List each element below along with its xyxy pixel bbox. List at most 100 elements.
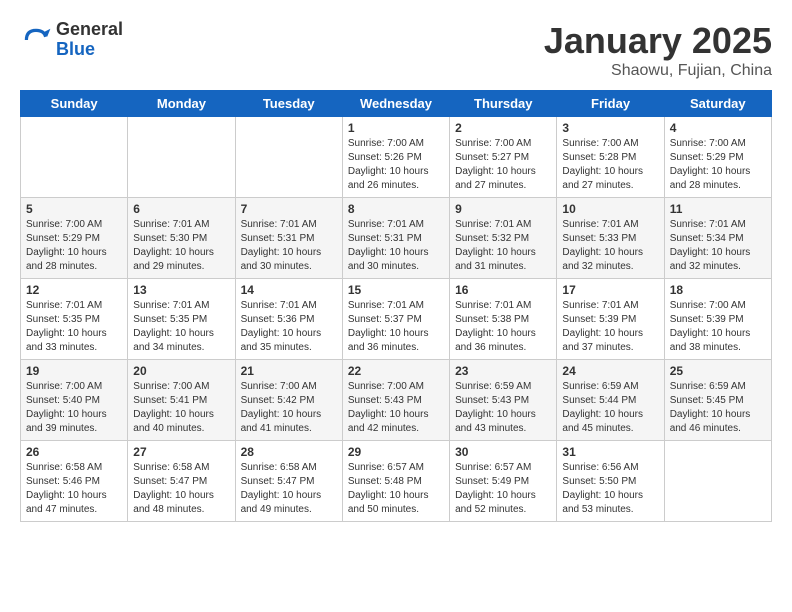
day-info: Sunrise: 6:56 AMSunset: 5:50 PMDaylight:… — [562, 461, 658, 517]
calendar-title: January 2025 — [544, 20, 772, 62]
header-thursday: Thursday — [450, 91, 557, 117]
day-info: Sunrise: 7:01 AMSunset: 5:37 PMDaylight:… — [348, 299, 444, 355]
calendar-cell: 6 Sunrise: 7:01 AMSunset: 5:30 PMDaylight… — [128, 198, 235, 279]
calendar-cell — [21, 117, 128, 198]
day-number: 7 — [241, 202, 337, 216]
day-info: Sunrise: 7:01 AMSunset: 5:34 PMDaylight:… — [670, 218, 766, 274]
day-info: Sunrise: 7:00 AMSunset: 5:28 PMDaylight:… — [562, 137, 658, 193]
day-info: Sunrise: 6:57 AMSunset: 5:49 PMDaylight:… — [455, 461, 551, 517]
logo-icon — [20, 24, 52, 56]
calendar-cell: 18Sunrise: 7:00 AMSunset: 5:39 PMDayligh… — [664, 279, 771, 360]
calendar-cell: 13 Sunrise: 7:01 AMSunset: 5:35 PMDayligh… — [128, 279, 235, 360]
calendar-cell: 20 Sunrise: 7:00 AMSunset: 5:41 PMDayligh… — [128, 360, 235, 441]
day-number: 13 — [133, 283, 229, 297]
calendar-cell: 5 Sunrise: 7:00 AMSunset: 5:29 PMDaylight… — [21, 198, 128, 279]
day-number: 10 — [562, 202, 658, 216]
day-number: 27 — [133, 445, 229, 459]
logo-general: General — [56, 20, 123, 40]
day-number: 23 — [455, 364, 551, 378]
calendar-cell: 19Sunrise: 7:00 AMSunset: 5:40 PMDayligh… — [21, 360, 128, 441]
day-info: Sunrise: 6:59 AMSunset: 5:43 PMDaylight:… — [455, 380, 551, 436]
calendar-cell: 11 Sunrise: 7:01 AMSunset: 5:34 PMDayligh… — [664, 198, 771, 279]
day-info: Sunrise: 7:00 AMSunset: 5:29 PMDaylight:… — [670, 137, 766, 193]
calendar-cell: 7Sunrise: 7:01 AMSunset: 5:31 PMDaylight… — [235, 198, 342, 279]
week-row-2: 5 Sunrise: 7:00 AMSunset: 5:29 PMDaylight… — [21, 198, 772, 279]
day-number: 12 — [26, 283, 122, 297]
calendar-cell: 29Sunrise: 6:57 AMSunset: 5:48 PMDayligh… — [342, 441, 449, 522]
day-number: 26 — [26, 445, 122, 459]
header-friday: Friday — [557, 91, 664, 117]
calendar-cell: 24 Sunrise: 6:59 AMSunset: 5:44 PMDayligh… — [557, 360, 664, 441]
day-number: 4 — [670, 121, 766, 135]
header-wednesday: Wednesday — [342, 91, 449, 117]
day-info: Sunrise: 7:00 AMSunset: 5:39 PMDaylight:… — [670, 299, 766, 355]
day-info: Sunrise: 7:01 AMSunset: 5:35 PMDaylight:… — [133, 299, 229, 355]
header-monday: Monday — [128, 91, 235, 117]
day-number: 20 — [133, 364, 229, 378]
day-info: Sunrise: 7:01 AMSunset: 5:33 PMDaylight:… — [562, 218, 658, 274]
day-number: 22 — [348, 364, 444, 378]
day-number: 28 — [241, 445, 337, 459]
day-number: 5 — [26, 202, 122, 216]
day-number: 30 — [455, 445, 551, 459]
calendar-cell: 27 Sunrise: 6:58 AMSunset: 5:47 PMDayligh… — [128, 441, 235, 522]
calendar-cell: 4 Sunrise: 7:00 AMSunset: 5:29 PMDaylight… — [664, 117, 771, 198]
calendar-cell: 23 Sunrise: 6:59 AMSunset: 5:43 PMDayligh… — [450, 360, 557, 441]
day-info: Sunrise: 7:01 AMSunset: 5:35 PMDaylight:… — [26, 299, 122, 355]
day-info: Sunrise: 6:58 AMSunset: 5:46 PMDaylight:… — [26, 461, 122, 517]
calendar-cell: 14 Sunrise: 7:01 AMSunset: 5:36 PMDayligh… — [235, 279, 342, 360]
day-number: 17 — [562, 283, 658, 297]
day-number: 25 — [670, 364, 766, 378]
day-number: 8 — [348, 202, 444, 216]
calendar-cell: 30 Sunrise: 6:57 AMSunset: 5:49 PMDayligh… — [450, 441, 557, 522]
week-row-3: 12 Sunrise: 7:01 AMSunset: 5:35 PMDayligh… — [21, 279, 772, 360]
day-number: 24 — [562, 364, 658, 378]
calendar-cell — [128, 117, 235, 198]
week-row-4: 19Sunrise: 7:00 AMSunset: 5:40 PMDayligh… — [21, 360, 772, 441]
day-number: 1 — [348, 121, 444, 135]
day-number: 31 — [562, 445, 658, 459]
logo: General Blue — [20, 20, 123, 60]
calendar-cell: 28Sunrise: 6:58 AMSunset: 5:47 PMDayligh… — [235, 441, 342, 522]
title-block: January 2025 Shaowu, Fujian, China — [544, 20, 772, 80]
day-info: Sunrise: 7:00 AMSunset: 5:26 PMDaylight:… — [348, 137, 444, 193]
calendar-header-row: SundayMondayTuesdayWednesdayThursdayFrid… — [21, 91, 772, 117]
day-info: Sunrise: 7:01 AMSunset: 5:36 PMDaylight:… — [241, 299, 337, 355]
logo-text: General Blue — [56, 20, 123, 60]
calendar-cell: 8 Sunrise: 7:01 AMSunset: 5:31 PMDaylight… — [342, 198, 449, 279]
header-tuesday: Tuesday — [235, 91, 342, 117]
calendar-cell: 2Sunrise: 7:00 AMSunset: 5:27 PMDaylight… — [450, 117, 557, 198]
day-info: Sunrise: 7:01 AMSunset: 5:39 PMDaylight:… — [562, 299, 658, 355]
calendar-cell: 31 Sunrise: 6:56 AMSunset: 5:50 PMDayligh… — [557, 441, 664, 522]
header-saturday: Saturday — [664, 91, 771, 117]
calendar-cell: 25Sunrise: 6:59 AMSunset: 5:45 PMDayligh… — [664, 360, 771, 441]
day-number: 9 — [455, 202, 551, 216]
day-info: Sunrise: 7:00 AMSunset: 5:41 PMDaylight:… — [133, 380, 229, 436]
week-row-1: 1 Sunrise: 7:00 AMSunset: 5:26 PMDaylight… — [21, 117, 772, 198]
day-number: 11 — [670, 202, 766, 216]
calendar-cell: 15 Sunrise: 7:01 AMSunset: 5:37 PMDayligh… — [342, 279, 449, 360]
calendar-cell: 16Sunrise: 7:01 AMSunset: 5:38 PMDayligh… — [450, 279, 557, 360]
calendar-cell: 10 Sunrise: 7:01 AMSunset: 5:33 PMDayligh… — [557, 198, 664, 279]
day-number: 6 — [133, 202, 229, 216]
calendar-cell: 12 Sunrise: 7:01 AMSunset: 5:35 PMDayligh… — [21, 279, 128, 360]
calendar-cell — [664, 441, 771, 522]
day-number: 29 — [348, 445, 444, 459]
day-info: Sunrise: 6:59 AMSunset: 5:44 PMDaylight:… — [562, 380, 658, 436]
day-info: Sunrise: 7:00 AMSunset: 5:29 PMDaylight:… — [26, 218, 122, 274]
calendar-cell — [235, 117, 342, 198]
calendar-cell: 1 Sunrise: 7:00 AMSunset: 5:26 PMDaylight… — [342, 117, 449, 198]
day-info: Sunrise: 7:01 AMSunset: 5:38 PMDaylight:… — [455, 299, 551, 355]
day-number: 21 — [241, 364, 337, 378]
calendar-table: SundayMondayTuesdayWednesdayThursdayFrid… — [20, 90, 772, 522]
day-info: Sunrise: 7:01 AMSunset: 5:32 PMDaylight:… — [455, 218, 551, 274]
day-number: 3 — [562, 121, 658, 135]
logo-blue: Blue — [56, 40, 123, 60]
day-number: 15 — [348, 283, 444, 297]
day-info: Sunrise: 6:58 AMSunset: 5:47 PMDaylight:… — [133, 461, 229, 517]
calendar-cell: 17 Sunrise: 7:01 AMSunset: 5:39 PMDayligh… — [557, 279, 664, 360]
day-info: Sunrise: 7:01 AMSunset: 5:30 PMDaylight:… — [133, 218, 229, 274]
day-info: Sunrise: 7:00 AMSunset: 5:27 PMDaylight:… — [455, 137, 551, 193]
day-info: Sunrise: 7:01 AMSunset: 5:31 PMDaylight:… — [348, 218, 444, 274]
day-number: 14 — [241, 283, 337, 297]
